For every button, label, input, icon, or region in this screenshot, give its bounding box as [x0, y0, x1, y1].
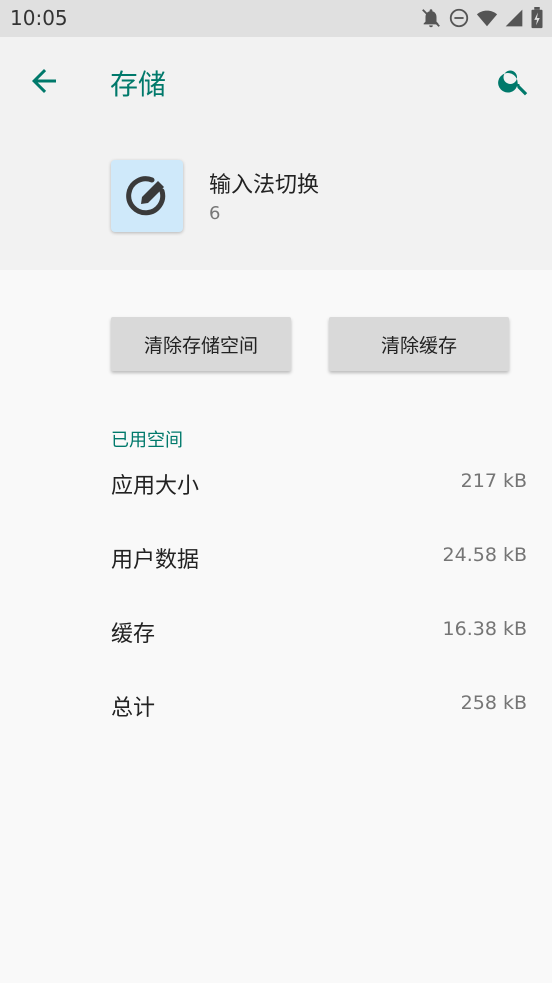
page-title: 存储	[110, 68, 167, 101]
storage-row-cache: 缓存 16.38 kB	[111, 616, 527, 656]
section-label-used-space: 已用空间	[111, 430, 183, 451]
row-label: 应用大小	[111, 474, 200, 499]
app-header: 存储 输入法切换 6	[0, 37, 552, 270]
battery-charging-icon	[530, 7, 544, 29]
do-not-disturb-icon	[448, 7, 470, 29]
status-time: 10:05	[10, 6, 68, 30]
app-icon	[111, 160, 183, 232]
row-value: 258 kB	[460, 692, 527, 714]
back-button[interactable]	[26, 63, 62, 99]
signal-icon	[504, 8, 524, 28]
row-value: 16.38 kB	[442, 618, 527, 640]
storage-row-total: 总计 258 kB	[111, 690, 527, 730]
row-value: 217 kB	[460, 470, 527, 492]
storage-row-user-data: 用户数据 24.58 kB	[111, 542, 527, 582]
app-name: 输入法切换	[209, 173, 320, 198]
arrow-back-icon	[26, 69, 62, 103]
notifications-off-icon	[420, 7, 442, 29]
search-button[interactable]	[496, 63, 532, 99]
app-version: 6	[209, 203, 221, 224]
row-label: 用户数据	[111, 548, 200, 573]
edit-pencil-icon	[111, 176, 183, 236]
status-icons	[420, 7, 544, 29]
clear-storage-button[interactable]: 清除存储空间	[111, 317, 291, 371]
row-label: 总计	[111, 696, 156, 721]
search-icon	[496, 70, 532, 103]
wifi-icon	[476, 7, 498, 29]
row-label: 缓存	[111, 622, 156, 647]
clear-cache-button[interactable]: 清除缓存	[329, 317, 509, 371]
storage-row-app-size: 应用大小 217 kB	[111, 468, 527, 508]
status-bar: 10:05	[0, 0, 552, 37]
row-value: 24.58 kB	[442, 544, 527, 566]
